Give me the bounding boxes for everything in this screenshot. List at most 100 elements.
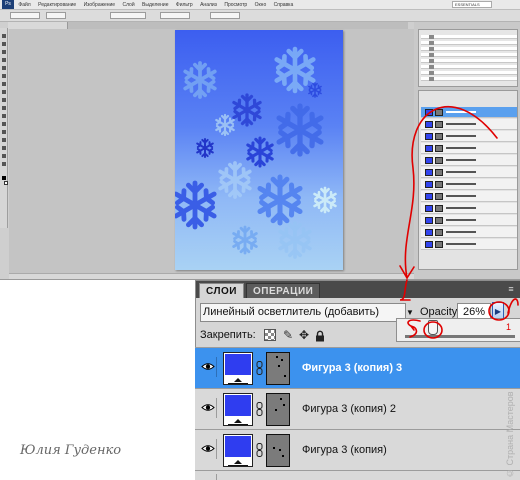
layer-row[interactable]: Фигура 3 (копия)	[195, 429, 520, 470]
author-signature: Юлия Гуденко	[20, 443, 122, 458]
menu-item-file[interactable]: Файл	[18, 0, 30, 9]
tool-icon[interactable]	[2, 42, 6, 46]
history-row[interactable]	[421, 41, 517, 45]
foreground-color-swatch[interactable]	[2, 176, 6, 180]
options-field[interactable]	[46, 12, 66, 19]
menu-item-analysis[interactable]: Анализ	[200, 0, 217, 9]
layer-name[interactable]: Фигура 3 (копия) 3	[302, 361, 402, 375]
menu-item-view[interactable]: Просмотр	[224, 0, 247, 9]
tool-icon[interactable]	[2, 130, 6, 134]
snowflake-artwork	[175, 30, 337, 259]
document-canvas[interactable]	[175, 30, 343, 270]
tab-layers[interactable]: СЛОИ	[199, 283, 244, 298]
options-field[interactable]	[160, 12, 190, 19]
history-row[interactable]	[421, 35, 517, 39]
lock-position-icon[interactable]: ✥	[298, 329, 310, 341]
visibility-toggle[interactable]	[199, 474, 217, 480]
mini-layer-row[interactable]	[421, 179, 517, 190]
mini-layer-row[interactable]	[421, 167, 517, 178]
layer-name[interactable]: Фигура 3 (копия)	[302, 443, 387, 457]
layer-mask-thumbnail[interactable]	[266, 393, 290, 426]
status-bar	[9, 273, 414, 279]
mini-layer-row[interactable]	[421, 239, 517, 250]
mini-layer-row[interactable]	[421, 119, 517, 130]
visibility-toggle[interactable]	[199, 439, 217, 459]
mini-layer-row[interactable]	[421, 155, 517, 166]
tool-icon[interactable]	[2, 146, 6, 150]
photoshop-logo-icon: Ps	[2, 0, 14, 9]
layer-thumbnail[interactable]	[223, 393, 253, 426]
tab-actions[interactable]: ОПЕРАЦИИ	[246, 283, 321, 298]
layers-panel-miniature	[418, 90, 518, 270]
mini-layer-row[interactable]	[421, 191, 517, 202]
history-row[interactable]	[421, 53, 517, 57]
menu-bar: Ps Файл Редактирование Изображение Слой …	[0, 0, 520, 10]
history-row[interactable]	[421, 65, 517, 69]
options-field[interactable]	[210, 12, 240, 19]
tool-icon[interactable]	[2, 154, 6, 158]
mini-layer-row[interactable]	[421, 131, 517, 142]
blend-mode-select[interactable]: Линейный осветлитель (добавить)	[200, 303, 406, 322]
tool-icon[interactable]	[2, 122, 6, 126]
history-row[interactable]	[421, 77, 517, 81]
menu-item-filter[interactable]: Фильтр	[176, 0, 193, 9]
link-icon[interactable]	[256, 402, 263, 416]
layer-row[interactable]	[195, 470, 520, 480]
menu-item-help[interactable]: Справка	[274, 0, 294, 9]
menu-item-layer[interactable]: Слой	[122, 0, 134, 9]
history-row[interactable]	[421, 71, 517, 75]
tool-icon[interactable]	[2, 114, 6, 118]
options-bar	[0, 10, 520, 22]
tools-panel	[0, 28, 8, 228]
panel-menu-icon[interactable]: ≡	[505, 285, 517, 294]
lock-all-padlock-icon[interactable]	[314, 329, 326, 342]
options-field[interactable]	[110, 12, 146, 19]
document-tab[interactable]	[8, 22, 68, 29]
history-panel	[418, 29, 518, 87]
link-icon[interactable]	[256, 443, 263, 457]
layer-name[interactable]: Фигура 3 (копия) 2	[302, 402, 396, 416]
mini-layer-row[interactable]	[421, 215, 517, 226]
tool-icon[interactable]	[2, 50, 6, 54]
tool-icon[interactable]	[2, 138, 6, 142]
tool-icon[interactable]	[2, 106, 6, 110]
layer-mask-thumbnail[interactable]	[266, 352, 290, 385]
tool-icon[interactable]	[2, 34, 6, 38]
tool-icon[interactable]	[2, 98, 6, 102]
watermark: © Страна Мастеров	[505, 391, 515, 478]
lock-transparent-pixels-icon[interactable]	[264, 329, 276, 341]
layer-row[interactable]: Фигура 3 (копия) 2	[195, 388, 520, 429]
visibility-toggle[interactable]	[199, 398, 217, 418]
layer-thumbnail[interactable]	[223, 352, 253, 385]
mini-layer-row[interactable]	[421, 227, 517, 238]
mini-layer-row[interactable]	[421, 203, 517, 214]
workspace-switcher[interactable]: ESSENTIALS	[452, 1, 492, 8]
tool-icon[interactable]	[2, 90, 6, 94]
tool-icon[interactable]	[2, 82, 6, 86]
layer-row[interactable]: Фигура 3 (копия) 3	[195, 347, 520, 388]
photoshop-window: Ps Файл Редактирование Изображение Слой …	[0, 0, 520, 280]
background-color-swatch[interactable]	[4, 181, 8, 185]
panel-header: СЛОИ ОПЕРАЦИИ ≡	[196, 281, 520, 298]
history-row[interactable]	[421, 47, 517, 51]
menu-item-select[interactable]: Выделение	[142, 0, 169, 9]
layer-mask-thumbnail[interactable]	[266, 434, 290, 467]
mini-layer-row[interactable]	[421, 143, 517, 154]
tool-icon[interactable]	[2, 58, 6, 62]
visibility-toggle[interactable]	[199, 357, 217, 377]
opacity-slider-track[interactable]	[405, 335, 515, 338]
lock-image-pixels-icon[interactable]: ✎	[282, 329, 294, 341]
menu-item-window[interactable]: Окно	[255, 0, 267, 9]
options-field[interactable]	[10, 12, 40, 19]
menu-item-edit[interactable]: Редактирование	[38, 0, 76, 9]
menu-item-image[interactable]: Изображение	[84, 0, 116, 9]
history-row[interactable]	[421, 59, 517, 63]
opacity-slider-thumb[interactable]	[427, 320, 438, 335]
tool-icon[interactable]	[2, 66, 6, 70]
tool-icon[interactable]	[2, 162, 6, 166]
tutorial-screenshot: Ps Файл Редактирование Изображение Слой …	[0, 0, 520, 480]
link-icon[interactable]	[256, 361, 263, 375]
mini-layer-row[interactable]	[421, 107, 517, 118]
tool-icon[interactable]	[2, 74, 6, 78]
layer-thumbnail[interactable]	[223, 434, 253, 467]
